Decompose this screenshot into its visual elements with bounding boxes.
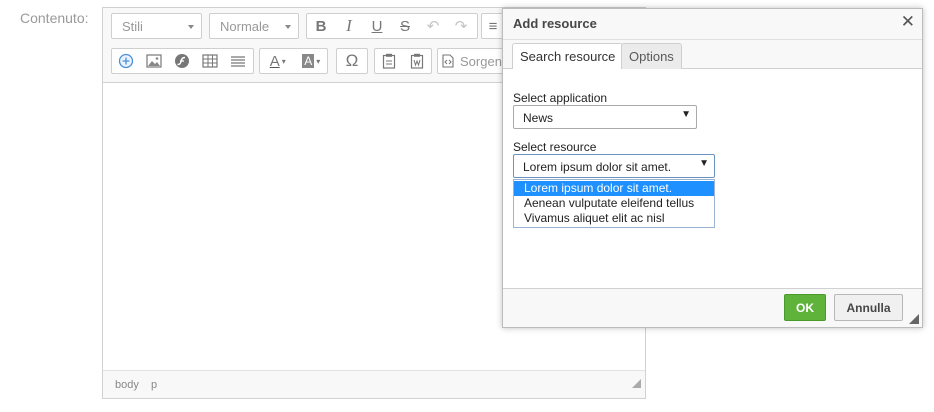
- special-char-group: Ω: [336, 48, 368, 74]
- text-color-icon: A: [269, 52, 280, 70]
- source-button[interactable]: [438, 49, 458, 73]
- source-label[interactable]: Sorgen: [460, 54, 502, 69]
- close-icon[interactable]: ✕: [901, 12, 915, 32]
- numbered-list-button[interactable]: ≡: [482, 14, 504, 38]
- chevron-down-icon: ▾: [316, 56, 321, 66]
- dialog-tabbar: Search resource Options: [503, 40, 922, 70]
- paste-text-icon: [382, 53, 396, 69]
- text-color-button[interactable]: A ▾: [260, 49, 295, 73]
- paste-word-button[interactable]: [403, 49, 431, 73]
- paste-text-button[interactable]: [375, 49, 403, 73]
- resource-option[interactable]: Vivamus aliquet elit ac nisl: [514, 211, 714, 226]
- resource-select[interactable]: Lorem ipsum dolor sit amet. ▼: [513, 154, 715, 178]
- resource-select-value: Lorem ipsum dolor sit amet.: [523, 160, 672, 174]
- bold-button[interactable]: B: [307, 14, 335, 38]
- application-select-value: News: [523, 111, 554, 125]
- background-color-icon: A: [302, 54, 315, 68]
- path-element-p[interactable]: p: [151, 379, 157, 391]
- resize-grip-icon[interactable]: [909, 314, 919, 324]
- dropdown-arrow-icon: ▼: [681, 109, 691, 120]
- paste-word-icon: [410, 53, 424, 69]
- resource-option[interactable]: Lorem ipsum dolor sit amet.: [514, 181, 714, 196]
- underline-button[interactable]: U: [363, 14, 391, 38]
- chevron-down-icon: [188, 25, 194, 29]
- horizontal-rule-icon: [231, 56, 245, 67]
- table-icon: [202, 54, 218, 68]
- undo-button[interactable]: ↶: [419, 14, 447, 38]
- clipboard-group: [374, 48, 432, 74]
- image-icon: [146, 54, 162, 68]
- dialog-title: Add resource: [513, 16, 597, 31]
- dropdown-arrow-icon: ▼: [699, 158, 709, 169]
- chevron-down-icon: [285, 25, 291, 29]
- format-combo[interactable]: Normale: [209, 13, 299, 39]
- colors-group: A ▾ A ▾: [259, 48, 328, 74]
- strikethrough-button[interactable]: S: [391, 14, 419, 38]
- special-char-button[interactable]: Ω: [337, 49, 367, 73]
- dialog-titlebar[interactable]: Add resource ✕: [503, 9, 922, 40]
- flash-icon: [175, 54, 189, 68]
- path-element-body[interactable]: body: [115, 379, 139, 391]
- dialog-body: Select application News ▼ Select resourc…: [503, 69, 922, 289]
- background-color-button[interactable]: A ▾: [295, 49, 327, 73]
- ok-button[interactable]: OK: [784, 294, 826, 321]
- select-application-label: Select application: [513, 91, 608, 105]
- image-button[interactable]: [140, 49, 168, 73]
- tab-options[interactable]: Options: [621, 43, 682, 69]
- table-button[interactable]: [196, 49, 224, 73]
- cancel-button[interactable]: Annulla: [834, 294, 903, 321]
- application-select[interactable]: News ▼: [513, 105, 697, 129]
- editor-statusbar: body p: [103, 370, 645, 398]
- basic-styles-group: B I U S ↶ ↷: [306, 13, 478, 39]
- add-resource-icon: [118, 53, 134, 69]
- resize-grip-icon[interactable]: [632, 379, 641, 388]
- tab-search-resource[interactable]: Search resource: [512, 43, 624, 70]
- chevron-down-icon: ▾: [281, 56, 286, 66]
- resource-option[interactable]: Aenean vulputate eleifend tellus: [514, 196, 714, 211]
- flash-button[interactable]: [168, 49, 196, 73]
- content-field-label: Contenuto:: [20, 10, 89, 26]
- styles-combo-label: Stili: [122, 19, 143, 34]
- insert-group: [111, 48, 254, 74]
- dialog-footer: OK Annulla: [503, 288, 922, 327]
- horizontal-rule-button[interactable]: [224, 49, 252, 73]
- source-icon: [442, 54, 454, 68]
- add-resource-button[interactable]: [112, 49, 140, 73]
- add-resource-dialog: Add resource ✕ Search resource Options S…: [502, 8, 923, 328]
- redo-button[interactable]: ↷: [447, 14, 475, 38]
- format-combo-label: Normale: [220, 19, 270, 34]
- select-resource-label: Select resource: [513, 140, 597, 154]
- italic-button[interactable]: I: [335, 14, 363, 38]
- resource-dropdown-list: Lorem ipsum dolor sit amet. Aenean vulpu…: [513, 179, 715, 228]
- styles-combo[interactable]: Stili: [111, 13, 202, 39]
